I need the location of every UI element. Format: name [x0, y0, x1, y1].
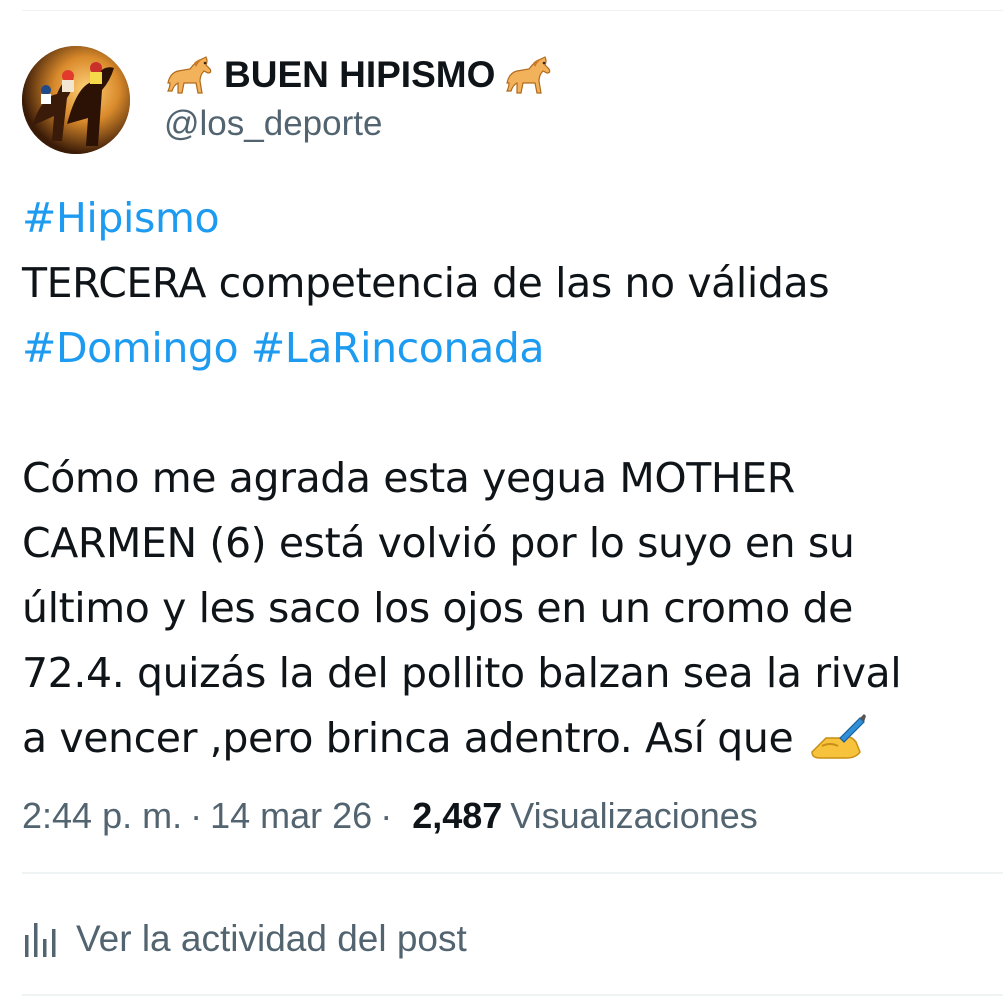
tweet-meta: 2:44 p. m. · 14 mar 26 · 2,487 Visualiza… — [22, 794, 758, 838]
views-count: 2,487 — [412, 795, 503, 836]
tweet-time[interactable]: 2:44 p. m. — [22, 795, 182, 837]
tweet-text-segment: TERCERA competencia de las no válidas — [22, 259, 830, 307]
tweet-text-segment: a vencer ,pero brinca adentro. Así que — [22, 714, 806, 762]
tweet-line: último y les saco los ojos en un cromo d… — [22, 576, 997, 641]
tweet-text-segment — [238, 324, 251, 372]
meta-separator: · — [190, 795, 203, 836]
divider — [22, 994, 1003, 996]
tweet-line: Cómo me agrada esta yegua MOTHER — [22, 446, 997, 511]
horse-racing-avatar-image — [22, 46, 130, 154]
tweet-text-segment: último y les saco los ojos en un cromo d… — [22, 584, 853, 632]
writing-hand-emoji-icon — [806, 712, 866, 760]
avatar[interactable] — [22, 46, 130, 154]
hashtag-link[interactable]: #LaRinconada — [251, 324, 545, 372]
author-name-row[interactable]: BUEN HIPISMO — [164, 50, 555, 100]
meta-separator: · — [380, 795, 393, 836]
activity-label: Ver la actividad del post — [76, 918, 467, 959]
display-name[interactable]: BUEN HIPISMO — [224, 54, 495, 96]
tweet-line: CARMEN (6) está volvió por lo suyo en su — [22, 511, 997, 576]
horse-emoji-icon — [164, 53, 216, 97]
hashtag-link[interactable]: #Hipismo — [22, 194, 220, 242]
author-handle[interactable]: @los_deporte — [164, 104, 382, 144]
tweet-line: #Hipismo — [22, 186, 997, 251]
tweet-line: 72.4. quizás la del pollito balzan sea l… — [22, 641, 997, 706]
tweet-text: #Hipismo TERCERA competencia de las no v… — [22, 186, 997, 771]
tweet-date[interactable]: 14 mar 26 — [210, 795, 372, 837]
tweet-text-segment: CARMEN (6) está volvió por lo suyo en su — [22, 519, 855, 567]
tweet-line: TERCERA competencia de las no válidas — [22, 251, 997, 316]
divider — [22, 872, 1003, 874]
views-label: Visualizaciones — [510, 795, 758, 836]
top-divider — [22, 10, 1003, 11]
tweet-text-segment: Cómo me agrada esta yegua MOTHER — [22, 454, 795, 502]
tweet-text-segment: 72.4. quizás la del pollito balzan sea l… — [22, 649, 902, 697]
tweet-line: a vencer ,pero brinca adentro. Así que — [22, 706, 997, 771]
horse-emoji-icon — [503, 53, 555, 97]
view-post-activity-link[interactable]: Ver la actividad del post — [22, 912, 467, 966]
tweet-line: #Domingo #LaRinconada — [22, 316, 997, 381]
hashtag-link[interactable]: #Domingo — [22, 324, 239, 372]
analytics-bars-icon — [22, 919, 58, 959]
